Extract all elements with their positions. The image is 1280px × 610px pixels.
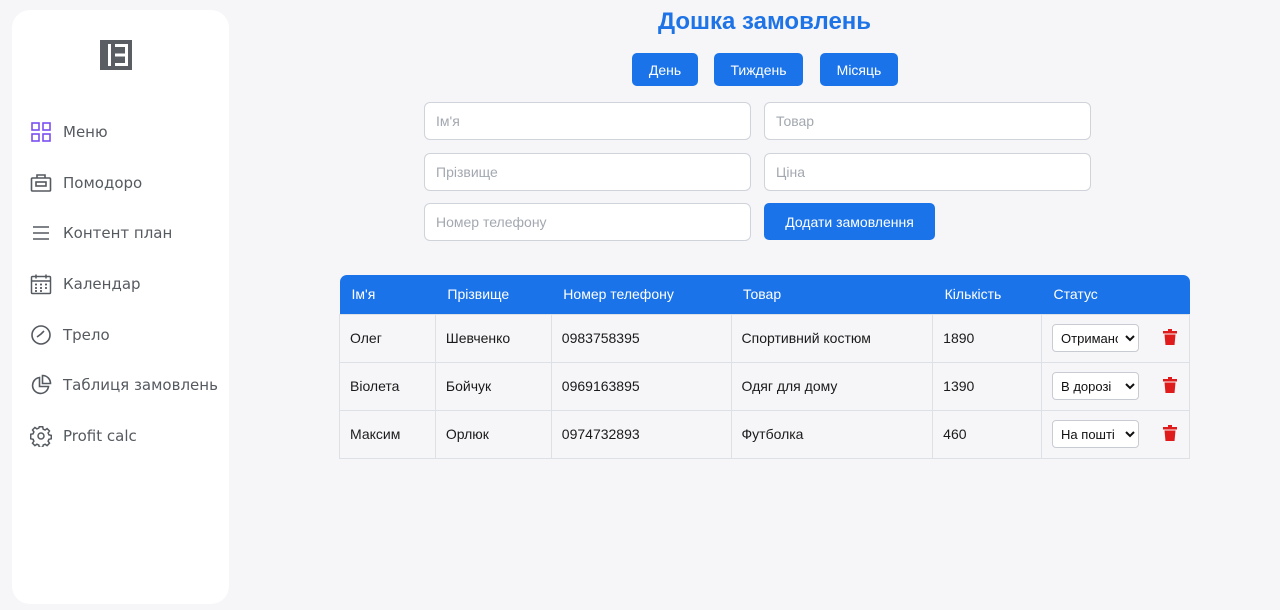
first-name-input[interactable] xyxy=(424,102,751,140)
sidebar-item-pomodoro[interactable]: Помодоро xyxy=(30,169,142,197)
column-header: Товар xyxy=(743,286,782,303)
trash-icon[interactable] xyxy=(1163,424,1178,441)
sidebar-item-label: Календар xyxy=(63,275,141,293)
quantity-cell: 1390 xyxy=(932,361,1043,411)
column-header: Кількість xyxy=(944,286,1002,303)
logo xyxy=(100,40,132,70)
sidebar: Меню Помодоро Контент план Календар Трел… xyxy=(12,10,229,604)
status-select[interactable]: Отримано xyxy=(1052,324,1140,352)
clock-icon xyxy=(30,324,52,346)
add-order-button[interactable]: Додати замовлення xyxy=(764,203,935,240)
last-name-cell: Орлюк xyxy=(434,409,552,459)
phone-input[interactable] xyxy=(424,203,751,241)
sidebar-item-menu[interactable]: Меню xyxy=(30,118,108,146)
briefcase-icon xyxy=(30,172,52,194)
grid-icon xyxy=(30,121,52,143)
phone-cell: 0969163895 xyxy=(550,361,732,411)
price-input[interactable] xyxy=(764,153,1091,191)
orders-table: Ім'я Прізвище Номер телефону Товар Кільк… xyxy=(339,275,1190,459)
first-name-cell: Віолета xyxy=(339,361,436,411)
action-cell xyxy=(1151,409,1190,459)
product-input[interactable] xyxy=(764,102,1091,140)
week-button[interactable]: Тиждень xyxy=(714,53,803,86)
gear-icon xyxy=(30,425,52,447)
sidebar-item-profit-calc[interactable]: Profit calc xyxy=(30,422,137,450)
table-row: Віолета Бойчук 0969163895 Одяг для дому … xyxy=(339,361,1190,411)
table-row: Олег Шевченко 0983758395 Спортивний кост… xyxy=(339,313,1190,363)
column-header: Прізвище xyxy=(447,286,510,303)
column-header: Номер телефону xyxy=(563,286,674,303)
sidebar-item-label: Profit calc xyxy=(63,427,137,445)
first-name-cell: Максим xyxy=(339,409,436,459)
sidebar-item-label: Помодоро xyxy=(63,174,143,192)
menu-lines-icon xyxy=(30,222,52,244)
day-button[interactable]: День xyxy=(632,53,698,86)
product-cell: Одяг для дому xyxy=(730,361,934,411)
quantity-cell: 1890 xyxy=(932,313,1043,363)
calendar-icon xyxy=(30,273,52,295)
phone-cell: 0974732893 xyxy=(550,409,732,459)
quantity-cell: 460 xyxy=(932,409,1043,459)
column-header: Ім'я xyxy=(351,286,376,303)
product-cell: Футболка xyxy=(730,409,934,459)
status-cell: На пошті xyxy=(1041,409,1152,459)
sidebar-item-label: Меню xyxy=(63,123,108,141)
pie-chart-icon xyxy=(30,374,52,396)
action-cell xyxy=(1151,361,1190,411)
phone-cell: 0983758395 xyxy=(550,313,732,363)
sidebar-item-orders-table[interactable]: Таблиця замовлень xyxy=(30,371,218,399)
sidebar-item-label: Трело xyxy=(63,326,110,344)
status-cell: Отримано xyxy=(1041,313,1152,363)
column-header-actions xyxy=(1152,275,1190,314)
trash-icon[interactable] xyxy=(1163,376,1178,393)
sidebar-item-label: Таблиця замовлень xyxy=(63,376,218,394)
product-cell: Спортивний костюм xyxy=(730,313,934,363)
last-name-input[interactable] xyxy=(424,153,751,191)
trash-icon[interactable] xyxy=(1163,328,1178,345)
page-title: Дошка замовлень xyxy=(657,8,872,35)
status-select[interactable]: В дорозі xyxy=(1052,372,1140,400)
column-header: Статус xyxy=(1053,286,1098,303)
status-select[interactable]: На пошті xyxy=(1052,420,1140,448)
action-cell xyxy=(1151,313,1190,363)
last-name-cell: Шевченко xyxy=(434,313,552,363)
sidebar-item-calendar[interactable]: Календар xyxy=(30,270,141,298)
sidebar-item-trello[interactable]: Трело xyxy=(30,321,110,349)
sidebar-item-label: Контент план xyxy=(63,224,173,242)
status-cell: В дорозі xyxy=(1041,361,1152,411)
first-name-cell: Олег xyxy=(339,313,436,363)
month-button[interactable]: Місяць xyxy=(820,53,898,86)
last-name-cell: Бойчук xyxy=(434,361,552,411)
table-row: Максим Орлюк 0974732893 Футболка 460 На … xyxy=(339,409,1190,459)
sidebar-item-content-plan[interactable]: Контент план xyxy=(30,219,172,247)
table-header-row: Ім'я Прізвище Номер телефону Товар Кільк… xyxy=(339,275,1190,314)
